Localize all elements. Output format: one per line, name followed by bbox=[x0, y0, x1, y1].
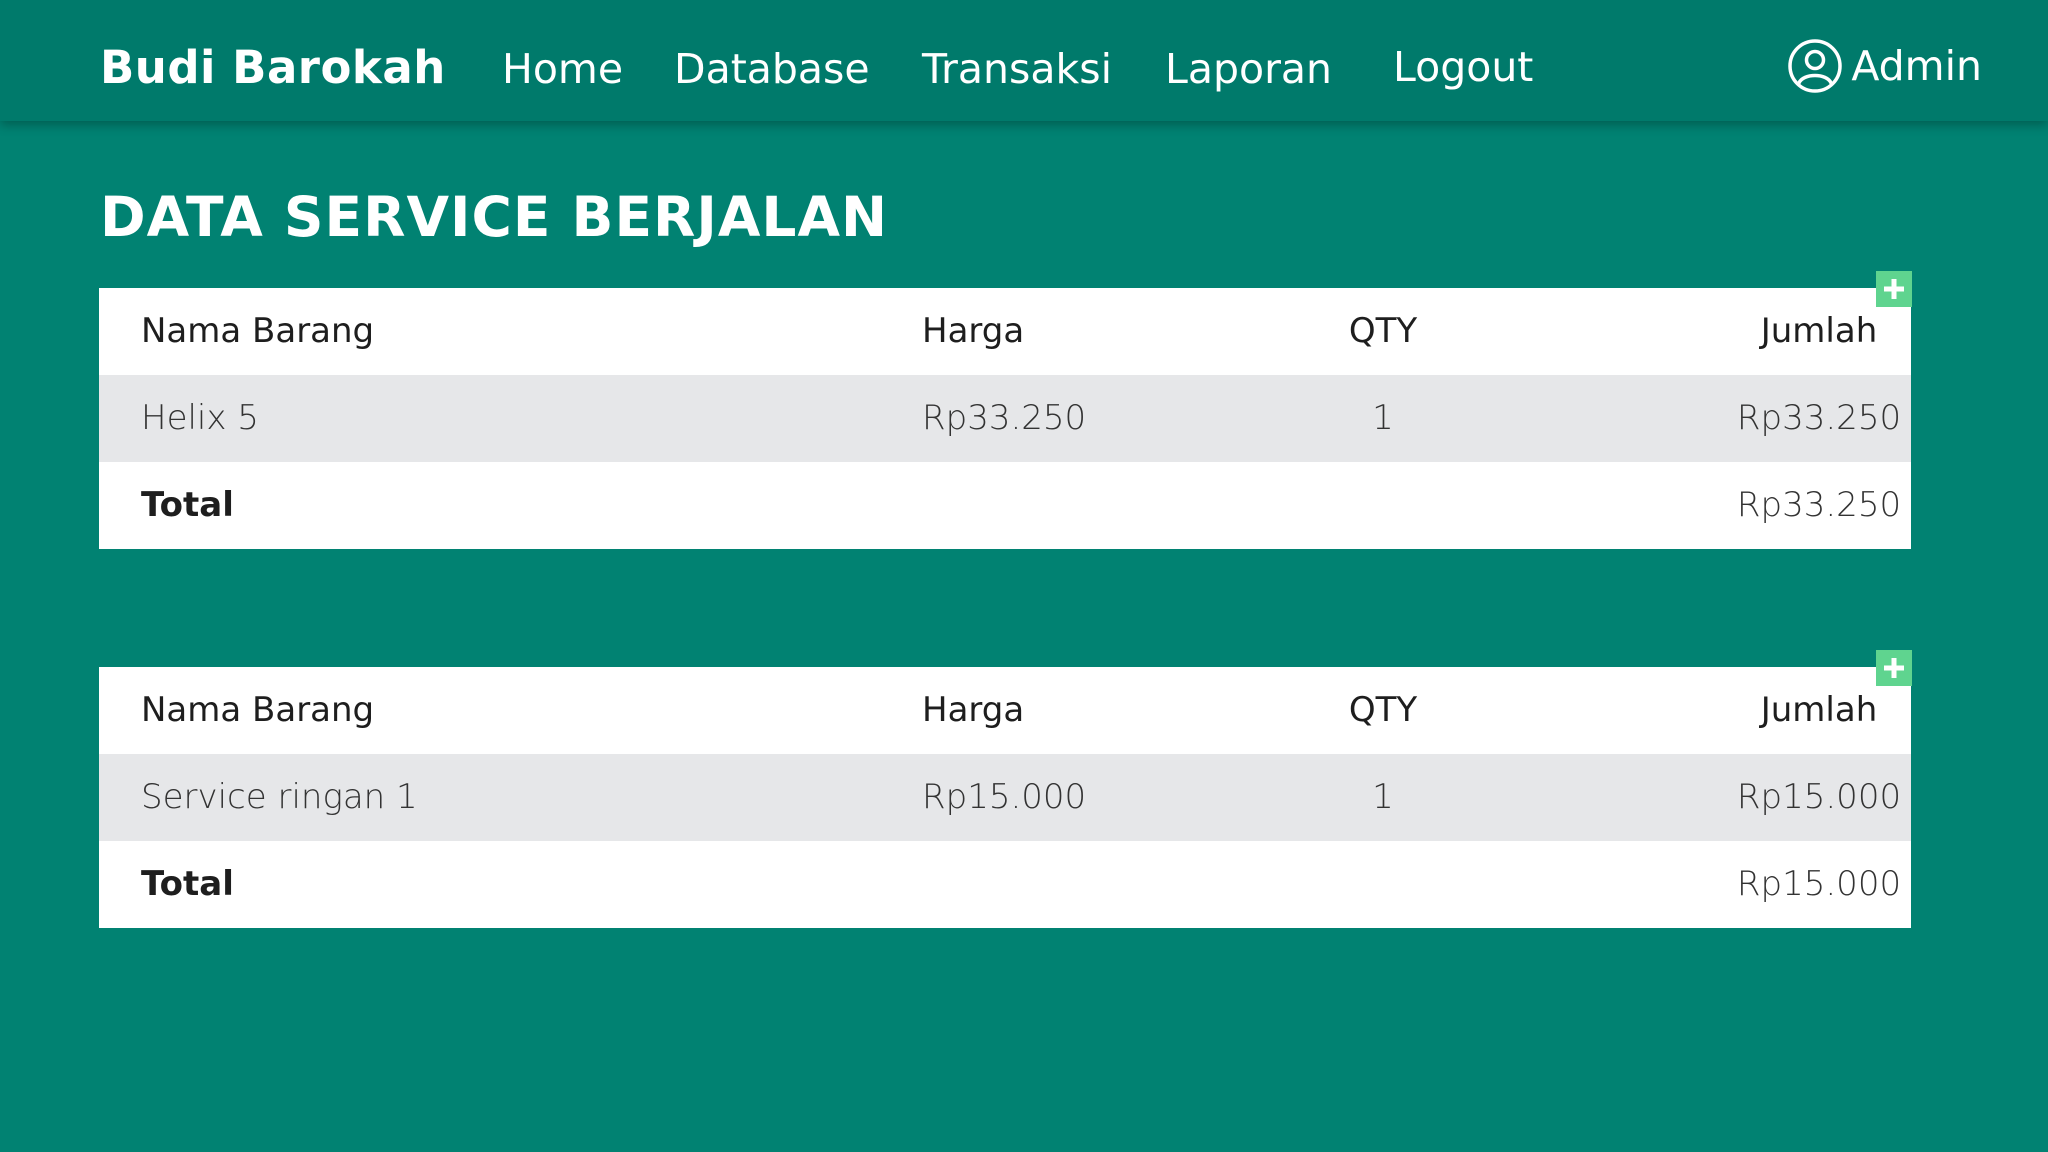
nav-logout[interactable]: Logout bbox=[1393, 43, 1533, 91]
header-nama-barang: Nama Barang bbox=[141, 311, 375, 351]
item-sum: Rp33.250 bbox=[1736, 398, 1902, 438]
item-sum: Rp15.000 bbox=[1736, 777, 1902, 817]
header-qty: QTY bbox=[1348, 311, 1418, 351]
total-value: Rp15.000 bbox=[1736, 864, 1902, 904]
header-jumlah: Jumlah bbox=[1760, 311, 1878, 351]
item-name: Service ringan 1 bbox=[141, 777, 418, 817]
table-header-row: Nama Barang Harga QTY Jumlah bbox=[99, 667, 1911, 754]
item-price: Rp15.000 bbox=[922, 777, 1087, 817]
nav-laporan[interactable]: Laporan bbox=[1165, 45, 1332, 93]
table-total-row: Total Rp33.250 bbox=[99, 462, 1911, 549]
user-circle-icon bbox=[1788, 39, 1843, 93]
header-nama-barang: Nama Barang bbox=[141, 690, 375, 730]
total-label: Total bbox=[141, 485, 234, 525]
nav-transaksi[interactable]: Transaksi bbox=[922, 45, 1112, 93]
user-menu[interactable]: Admin bbox=[1787, 38, 1982, 94]
item-qty: 1 bbox=[1372, 777, 1394, 817]
service-table-2: Nama Barang Harga QTY Jumlah Service rin… bbox=[99, 650, 1912, 928]
user-name: Admin bbox=[1851, 42, 1982, 90]
table-total-row: Total Rp15.000 bbox=[99, 841, 1911, 928]
nav-home[interactable]: Home bbox=[502, 45, 623, 93]
item-price: Rp33.250 bbox=[922, 398, 1087, 438]
table-header-row: Nama Barang Harga QTY Jumlah bbox=[99, 288, 1911, 375]
page-title: DATA SERVICE BERJALAN bbox=[100, 185, 889, 249]
top-navbar: Budi Barokah Home Database Transaksi Lap… bbox=[0, 0, 2048, 121]
item-name: Helix 5 bbox=[141, 398, 259, 438]
brand-logo[interactable]: Budi Barokah bbox=[100, 41, 446, 94]
header-jumlah: Jumlah bbox=[1760, 690, 1878, 730]
total-value: Rp33.250 bbox=[1736, 485, 1902, 525]
item-qty: 1 bbox=[1372, 398, 1394, 438]
table-row[interactable]: Helix 5 Rp33.250 1 Rp33.250 bbox=[99, 375, 1911, 462]
header-harga: Harga bbox=[922, 690, 1025, 730]
nav-database[interactable]: Database bbox=[674, 45, 870, 93]
header-harga: Harga bbox=[922, 311, 1025, 351]
service-table-1: Nama Barang Harga QTY Jumlah Helix 5 Rp3… bbox=[99, 271, 1912, 549]
table-row[interactable]: Service ringan 1 Rp15.000 1 Rp15.000 bbox=[99, 754, 1911, 841]
header-qty: QTY bbox=[1348, 690, 1418, 730]
total-label: Total bbox=[141, 864, 234, 904]
